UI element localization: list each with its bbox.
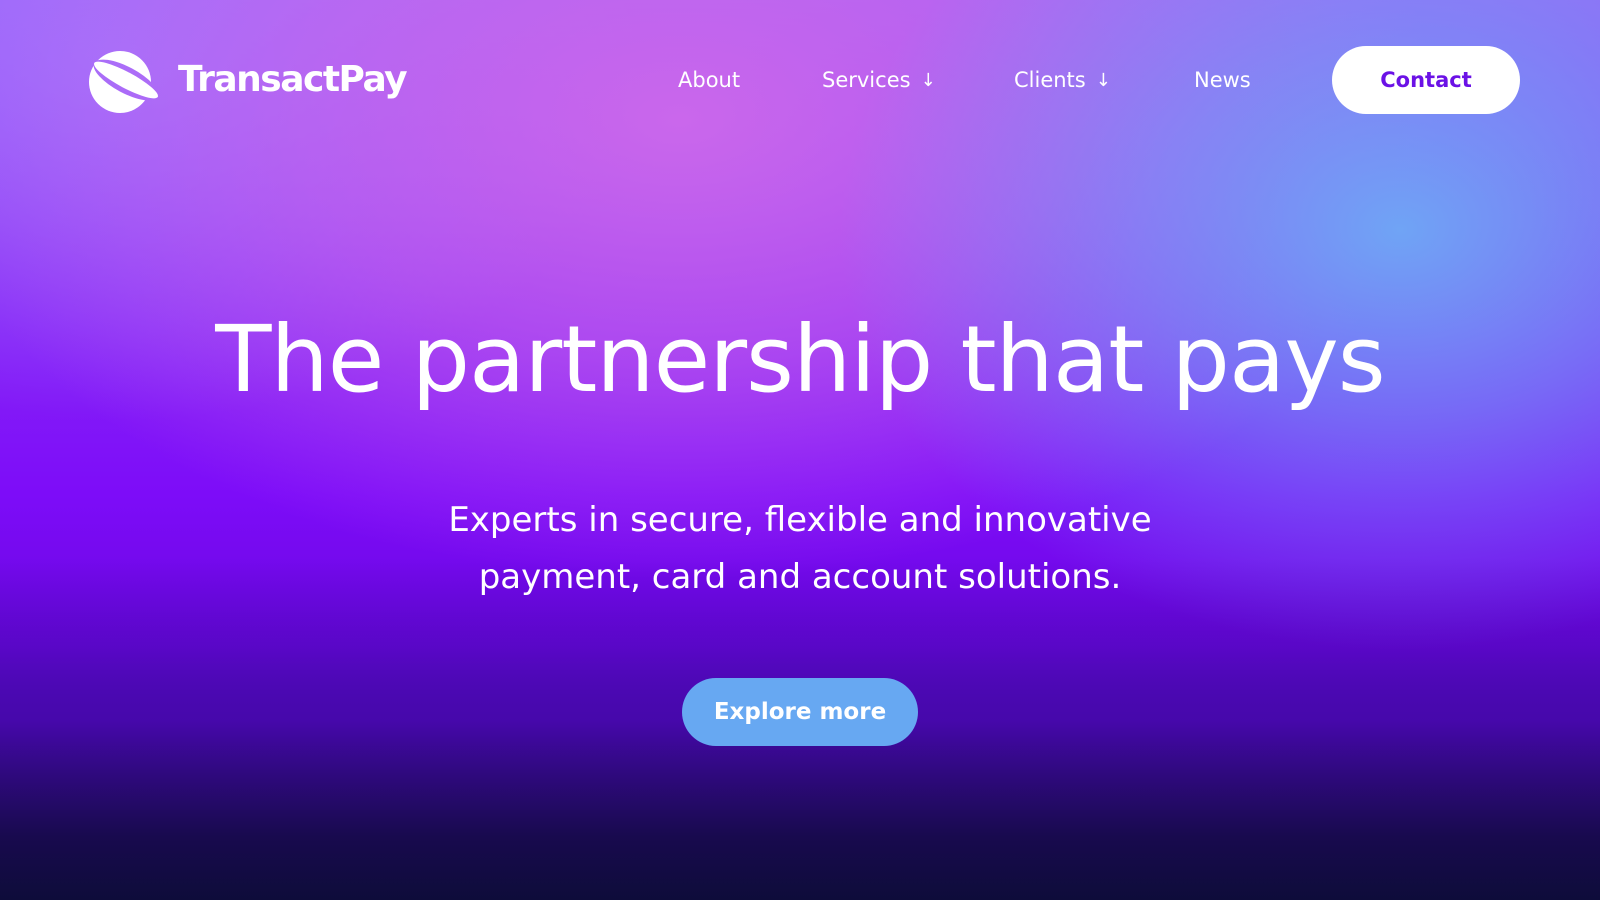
explore-more-button[interactable]: Explore more: [682, 678, 918, 746]
hero-subtitle: Experts in secure, flexible and innovati…: [0, 492, 1600, 606]
nav-item-about[interactable]: About: [678, 68, 740, 92]
nav-item-label: Services: [822, 68, 911, 92]
nav-item-label: News: [1194, 68, 1251, 92]
arrow-down-icon: ↓: [1095, 69, 1111, 91]
orbit-logo-icon: [89, 51, 159, 113]
hero-subtitle-line: payment, card and account solutions.: [478, 557, 1122, 597]
arrow-down-icon: ↓: [920, 69, 936, 91]
nav-item-clients[interactable]: Clients ↓: [1014, 68, 1111, 92]
hero-title: The partnership that pays: [215, 306, 1385, 413]
hero-subtitle-line: Experts in secure, flexible and innovati…: [448, 500, 1152, 540]
brand-name: TransactPay: [178, 58, 408, 100]
contact-button[interactable]: Contact: [1332, 46, 1520, 114]
nav-item-label: About: [678, 68, 741, 92]
nav-item-label: Clients: [1014, 68, 1086, 92]
brand-logo[interactable]: TransactPay: [78, 42, 408, 116]
nav-item-news[interactable]: News: [1194, 68, 1251, 92]
nav-item-services[interactable]: Services ↓: [822, 68, 936, 92]
site-header: TransactPay About Services ↓ Clients ↓ N…: [0, 0, 1600, 160]
